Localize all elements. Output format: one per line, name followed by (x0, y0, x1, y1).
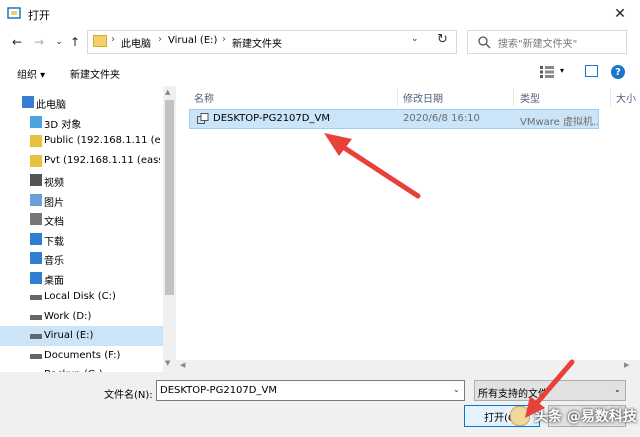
sidebar-item[interactable]: Public (192.168.1.11 (eassos (0, 131, 163, 151)
back-button[interactable]: ← (8, 33, 26, 51)
sidebar-item[interactable]: Pvt (192.168.1.11 (eassos_ (0, 151, 163, 171)
column-size[interactable]: 大小 (616, 90, 640, 105)
app-icon (7, 7, 21, 19)
sidebar-item[interactable]: 3D 对象 (0, 112, 163, 132)
new-folder-button[interactable]: 新建文件夹 (70, 66, 120, 81)
sidebar-item[interactable]: 下载 (0, 229, 163, 249)
sidebar-item-label: 3D 对象 (44, 119, 82, 131)
scroll-left-icon[interactable]: ◀ (180, 361, 185, 369)
sidebar-item[interactable]: 此电脑 (0, 92, 163, 112)
drive-icon (30, 353, 42, 359)
help-icon[interactable]: ? (611, 65, 625, 79)
picture-icon (30, 193, 42, 206)
sidebar-item-label: Documents (F:) (44, 349, 121, 361)
forward-button[interactable]: → (30, 33, 48, 51)
sidebar-item-label: Work (D:) (44, 310, 92, 322)
file-modified: 2020/6/8 16:10 (403, 113, 480, 124)
breadcrumb-new-folder[interactable]: 新建文件夹 (232, 35, 282, 50)
filename-value: DESKTOP-PG2107D_VM (160, 385, 277, 396)
sidebar-item[interactable]: Work (D:) (0, 307, 163, 327)
sidebar-item-label: 音乐 (44, 256, 64, 267)
horizontal-scrollbar[interactable] (176, 360, 640, 372)
up-button[interactable]: ↑ (66, 33, 84, 51)
drive-icon (30, 334, 42, 339)
file-name: DESKTOP-PG2107D_VM (213, 113, 330, 124)
drive-icon (30, 314, 42, 320)
sidebar-item[interactable]: Virual (E:) (0, 326, 163, 346)
download-icon (30, 232, 42, 245)
column-divider[interactable] (610, 88, 611, 106)
cube-icon (30, 115, 42, 128)
annotation-arrow (324, 133, 421, 199)
sidebar-item-label: 图片 (44, 197, 64, 209)
sidebar-item-label: Local Disk (C:) (44, 291, 116, 302)
desktop-icon (30, 271, 42, 284)
search-icon (478, 36, 491, 49)
watermark-logo-icon (510, 406, 530, 426)
sidebar-item-label: Public (192.168.1.11 (eassos (44, 135, 160, 146)
close-button[interactable]: ✕ (600, 0, 640, 28)
document-icon (30, 213, 42, 225)
watermark-text: 头条 @易数科技 (534, 409, 637, 425)
close-icon: ✕ (614, 6, 626, 22)
filename-label: 文件名(N): (104, 390, 153, 401)
sidebar-item-label: 此电脑 (36, 100, 66, 111)
drive-icon (30, 295, 42, 300)
scroll-right-icon[interactable]: ▶ (624, 361, 629, 369)
filter-dropdown-icon[interactable]: ⌄ (614, 385, 621, 394)
title-bar (0, 0, 640, 28)
file-type: VMware 虚拟机... (520, 117, 598, 128)
column-modified[interactable]: 修改日期 (403, 90, 443, 105)
network-drive-icon (30, 135, 42, 147)
computer-icon (22, 96, 34, 108)
file-type-filter-value: 所有支持的文件 (478, 389, 548, 400)
breadcrumb-this-pc[interactable]: 此电脑 (121, 35, 151, 50)
watermark: 头条 @易数科技 (510, 404, 637, 428)
music-icon (30, 252, 42, 264)
sidebar-item-label: 下载 (44, 236, 64, 248)
view-dropdown-icon[interactable]: ▾ (560, 66, 564, 75)
breadcrumb-drive-e[interactable]: Virual (E:) (168, 35, 217, 46)
column-name[interactable]: 名称 (194, 90, 214, 105)
breadcrumb-separator: › (158, 34, 162, 45)
breadcrumb-separator: › (111, 34, 115, 45)
search-placeholder: 搜索"新建文件夹" (498, 39, 578, 50)
sidebar-item-label: 桌面 (44, 275, 64, 287)
sidebar-scroll-thumb[interactable] (165, 100, 174, 295)
breadcrumb-separator: › (222, 34, 226, 45)
sidebar-item[interactable]: 视频 (0, 170, 163, 190)
preview-pane-icon[interactable] (585, 65, 598, 77)
sidebar-item-label: Pvt (192.168.1.11 (eassos_ (44, 154, 160, 166)
sidebar-item[interactable]: 图片 (0, 190, 163, 210)
sidebar-item[interactable]: 桌面 (0, 268, 163, 288)
vmware-vm-icon (197, 113, 209, 124)
scroll-down-icon[interactable]: ▼ (165, 359, 170, 367)
sidebar-item-label: 文档 (44, 217, 64, 228)
organize-button[interactable]: 组织 ▾ (17, 66, 45, 81)
window-title: 打开 (28, 9, 50, 22)
address-dropdown-icon[interactable]: ⌄ (411, 34, 419, 44)
network-drive-icon (30, 154, 42, 167)
scroll-up-icon[interactable]: ▲ (165, 88, 170, 96)
sidebar-item-label: Virual (E:) (44, 330, 94, 341)
sidebar-item[interactable]: 文档 (0, 209, 163, 229)
sidebar-item-label: 视频 (44, 178, 64, 189)
column-divider[interactable] (397, 88, 398, 106)
view-options-icon[interactable] (540, 66, 554, 78)
video-icon (30, 174, 42, 186)
sidebar-item[interactable]: Documents (F:) (0, 346, 163, 366)
filename-dropdown-icon[interactable]: ⌄ (453, 385, 460, 394)
sidebar-item[interactable]: Local Disk (C:) (0, 287, 163, 307)
folder-icon (93, 35, 107, 47)
column-divider[interactable] (513, 88, 514, 106)
column-type[interactable]: 类型 (520, 90, 540, 105)
sidebar-item[interactable]: 音乐 (0, 248, 163, 268)
refresh-icon[interactable]: ↻ (437, 32, 448, 47)
